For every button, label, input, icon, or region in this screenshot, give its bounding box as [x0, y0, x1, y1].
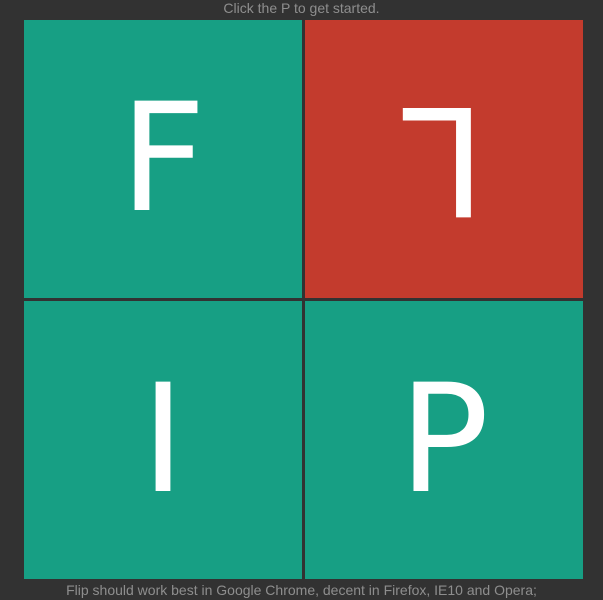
tile-p[interactable]: P — [305, 301, 583, 579]
tile-l[interactable]: L — [305, 20, 583, 298]
tile-letter-f: F — [119, 72, 207, 246]
browser-compat-note: Flip should work best in Google Chrome, … — [66, 582, 537, 598]
tile-letter-l: L — [402, 72, 486, 246]
game-board: F L I P — [24, 20, 584, 580]
tile-f[interactable]: F — [24, 20, 302, 298]
tile-i[interactable]: I — [24, 301, 302, 579]
tile-letter-p: P — [398, 353, 490, 527]
tile-letter-i: I — [140, 353, 186, 527]
instructions-text: Click the P to get started. — [223, 0, 380, 16]
